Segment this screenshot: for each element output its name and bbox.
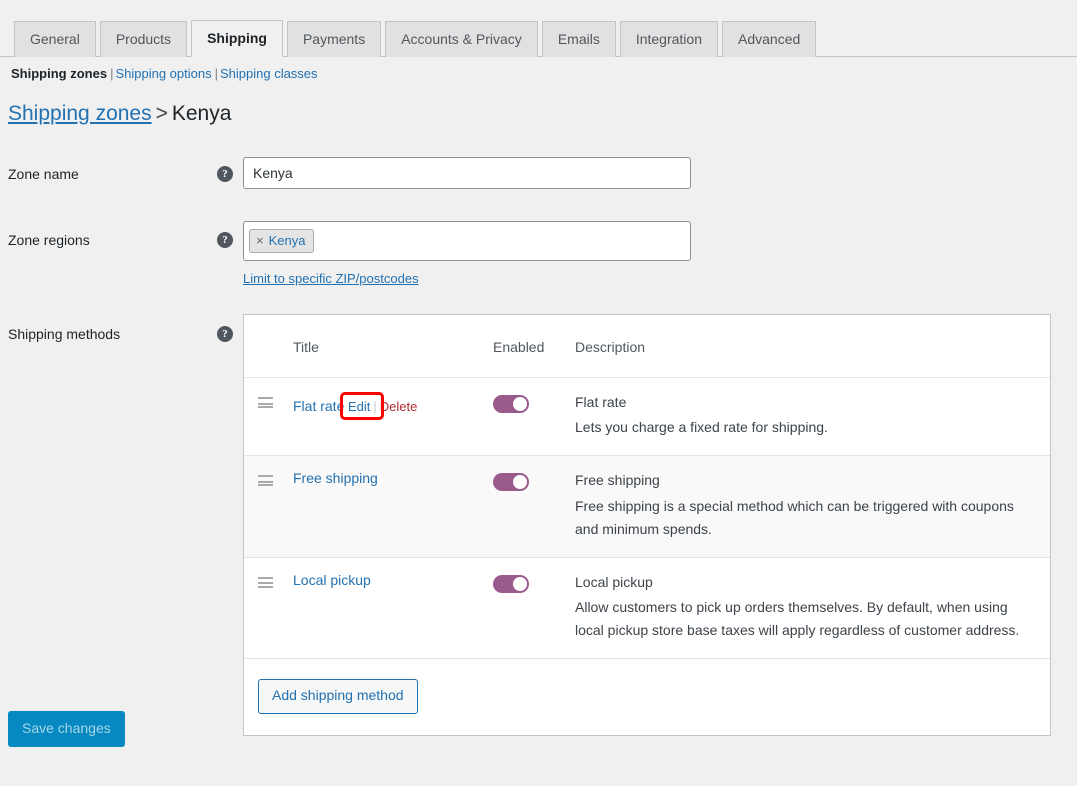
row-enabled-cell bbox=[483, 378, 565, 456]
row-handle-cell bbox=[244, 456, 283, 557]
subnav-separator-2: | bbox=[215, 66, 218, 81]
tab-advanced[interactable]: Advanced bbox=[722, 21, 816, 57]
method-title-link-local-pickup[interactable]: Local pickup bbox=[293, 572, 371, 588]
column-header-enabled: Enabled bbox=[483, 315, 565, 378]
tab-products[interactable]: Products bbox=[100, 21, 187, 57]
column-header-description: Description bbox=[565, 315, 1050, 378]
column-header-handle bbox=[244, 315, 283, 378]
tab-shipping[interactable]: Shipping bbox=[191, 20, 283, 57]
table-row: Free shipping Free shipping Free shippin… bbox=[244, 456, 1050, 557]
delete-link-flat-rate[interactable]: Delete bbox=[380, 399, 418, 414]
method-title-link-flat-rate[interactable]: Flat rate bbox=[293, 398, 344, 414]
subnav-separator-1: | bbox=[110, 66, 113, 81]
zone-name-input[interactable] bbox=[243, 157, 691, 189]
region-chip-kenya[interactable]: × Kenya bbox=[249, 229, 314, 254]
row-enabled-cell bbox=[483, 557, 565, 658]
method-description-body: Free shipping is a special method which … bbox=[575, 495, 1025, 541]
row-title-cell: Local pickup bbox=[283, 557, 483, 658]
shipping-subnav: Shipping zones|Shipping options|Shipping… bbox=[11, 66, 318, 81]
add-shipping-method-button[interactable]: Add shipping method bbox=[258, 679, 418, 714]
method-description-title: Flat rate bbox=[575, 392, 1040, 412]
zone-regions-label: Zone regions bbox=[8, 232, 90, 248]
limit-to-zip-postcodes-link[interactable]: Limit to specific ZIP/postcodes bbox=[243, 271, 419, 286]
breadcrumb: Shipping zones>Kenya bbox=[8, 102, 231, 126]
toggle-knob bbox=[513, 397, 527, 411]
method-description-body: Allow customers to pick up orders themse… bbox=[575, 596, 1025, 642]
table-row: Flat rate Edit| Delete Flat rate Lets you… bbox=[244, 378, 1050, 456]
tab-emails[interactable]: Emails bbox=[542, 21, 616, 57]
subnav-item-shipping-zones: Shipping zones bbox=[11, 66, 107, 81]
edit-link-flat-rate[interactable]: Edit bbox=[348, 399, 370, 414]
drag-handle-icon[interactable] bbox=[258, 475, 273, 486]
settings-tab-bar: General Products Shipping Payments Accou… bbox=[0, 0, 1077, 57]
subnav-item-shipping-classes[interactable]: Shipping classes bbox=[220, 66, 318, 81]
shipping-methods-panel: Title Enabled Description Flat rate Edit… bbox=[243, 314, 1051, 736]
method-description-title: Local pickup bbox=[575, 572, 1040, 592]
toggle-knob bbox=[513, 475, 527, 489]
row-handle-cell bbox=[244, 378, 283, 456]
breadcrumb-current-zone: Kenya bbox=[172, 102, 232, 125]
enabled-toggle-flat-rate[interactable] bbox=[493, 395, 529, 413]
question-mark-icon-zone-name[interactable]: ? bbox=[217, 166, 233, 182]
row-description-cell: Local pickup Allow customers to pick up … bbox=[565, 557, 1050, 658]
tab-accounts-privacy[interactable]: Accounts & Privacy bbox=[385, 21, 538, 57]
enabled-toggle-free-shipping[interactable] bbox=[493, 473, 529, 491]
subnav-item-shipping-options[interactable]: Shipping options bbox=[115, 66, 211, 81]
table-row: Local pickup Local pickup Allow customer… bbox=[244, 557, 1050, 658]
tab-payments[interactable]: Payments bbox=[287, 21, 381, 57]
toggle-knob bbox=[513, 577, 527, 591]
enabled-toggle-local-pickup[interactable] bbox=[493, 575, 529, 593]
zone-name-row: Zone name ? bbox=[0, 164, 1077, 204]
method-title-link-free-shipping[interactable]: Free shipping bbox=[293, 470, 378, 486]
row-actions: Edit| Delete bbox=[348, 399, 417, 414]
table-footer-row: Add shipping method bbox=[244, 659, 1050, 735]
shipping-methods-label: Shipping methods bbox=[8, 326, 120, 342]
row-title-cell: Flat rate Edit| Delete bbox=[283, 378, 483, 456]
row-enabled-cell bbox=[483, 456, 565, 557]
breadcrumb-separator: > bbox=[156, 102, 168, 125]
method-description-title: Free shipping bbox=[575, 470, 1040, 490]
shipping-methods-table: Title Enabled Description Flat rate Edit… bbox=[244, 315, 1050, 735]
question-mark-icon-zone-regions[interactable]: ? bbox=[217, 232, 233, 248]
table-footer-cell: Add shipping method bbox=[244, 659, 1050, 735]
zone-name-label: Zone name bbox=[8, 166, 79, 182]
zone-regions-row: Zone regions ? × Kenya Limit to specific … bbox=[0, 230, 1077, 300]
row-title-cell: Free shipping bbox=[283, 456, 483, 557]
row-description-cell: Flat rate Lets you charge a fixed rate f… bbox=[565, 378, 1050, 456]
close-icon-region-kenya[interactable]: × bbox=[256, 233, 264, 249]
tab-integration[interactable]: Integration bbox=[620, 21, 718, 57]
zone-regions-select[interactable]: × Kenya bbox=[243, 221, 691, 261]
drag-handle-icon[interactable] bbox=[258, 397, 273, 408]
question-mark-icon-shipping-methods[interactable]: ? bbox=[217, 326, 233, 342]
drag-handle-icon[interactable] bbox=[258, 577, 273, 588]
table-header-row: Title Enabled Description bbox=[244, 315, 1050, 378]
row-handle-cell bbox=[244, 557, 283, 658]
breadcrumb-link-shipping-zones[interactable]: Shipping zones bbox=[8, 102, 152, 125]
method-description-body: Lets you charge a fixed rate for shippin… bbox=[575, 416, 1025, 439]
column-header-title: Title bbox=[283, 315, 483, 378]
save-changes-button[interactable]: Save changes bbox=[8, 711, 125, 747]
row-description-cell: Free shipping Free shipping is a special… bbox=[565, 456, 1050, 557]
region-chip-label: Kenya bbox=[269, 233, 306, 249]
tab-general[interactable]: General bbox=[14, 21, 96, 57]
action-separator: | bbox=[373, 399, 376, 414]
